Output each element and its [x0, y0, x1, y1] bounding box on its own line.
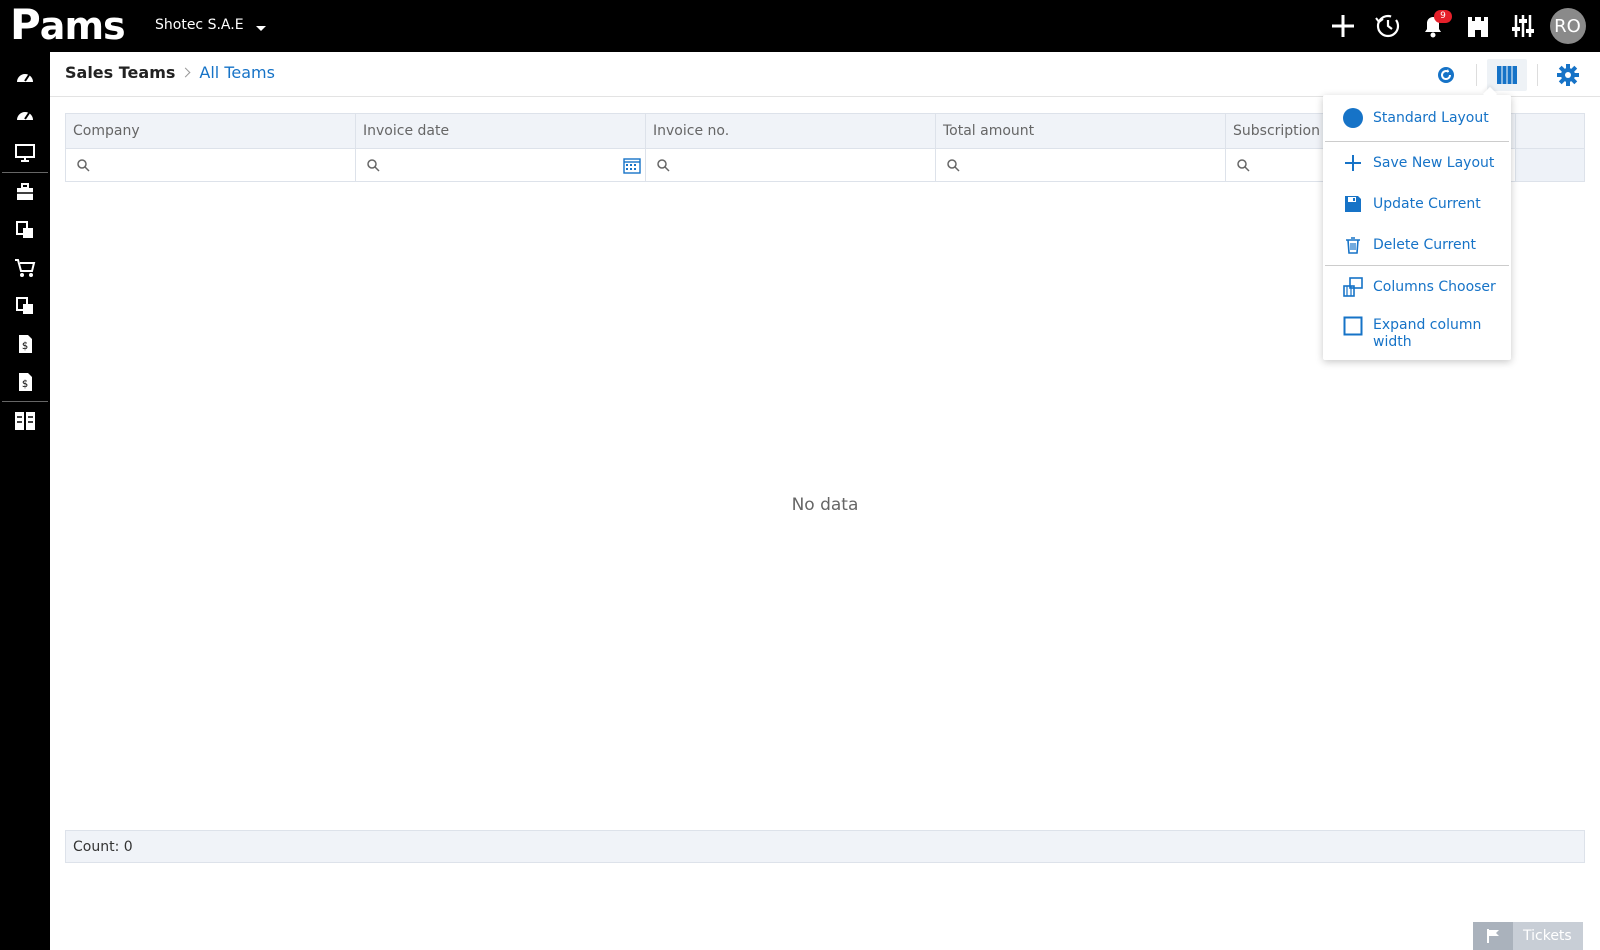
sidebar-item-cart[interactable]	[0, 249, 50, 287]
app-logo[interactable]: Pams	[10, 4, 126, 47]
chevron-down-icon	[255, 25, 266, 31]
notifications-button[interactable]: 9	[1410, 0, 1455, 52]
breadcrumb: Sales Teams All Teams	[65, 63, 275, 82]
monitor-icon	[15, 144, 35, 162]
plus-icon	[1331, 15, 1354, 37]
gauge-icon	[17, 112, 33, 120]
cart-icon	[15, 259, 36, 277]
avatar: RO	[1549, 8, 1586, 44]
search-icon	[947, 159, 960, 172]
sidebar-item-documents[interactable]	[0, 211, 50, 249]
invoice-dollar-icon: $	[19, 335, 32, 353]
company-selector[interactable]: Shotec S.A.E	[155, 17, 266, 33]
chevron-right-icon	[180, 67, 191, 78]
trash-icon	[1346, 236, 1360, 254]
company-name: Shotec S.A.E	[155, 17, 244, 33]
gear-icon	[1557, 63, 1579, 86]
breadcrumb-current[interactable]: All Teams	[199, 63, 275, 82]
sidebar-item-briefcase[interactable]	[0, 173, 50, 211]
breadcrumb-root[interactable]: Sales Teams	[65, 63, 175, 82]
columns-chooser-icon	[1343, 276, 1363, 297]
flag-icon	[1487, 929, 1499, 943]
sidebar-item-invoice[interactable]: $	[0, 325, 50, 363]
columns-icon	[1497, 65, 1517, 84]
search-icon	[77, 159, 90, 172]
menu-item-columns-chooser[interactable]: Columns Chooser	[1323, 266, 1511, 307]
column-header-total-amount[interactable]: Total amount	[936, 114, 1226, 148]
calendar-icon[interactable]	[623, 156, 641, 174]
notification-badge: 9	[1434, 10, 1452, 23]
page-header: Sales Teams All Teams	[50, 52, 1600, 97]
filter-invoice-date[interactable]	[356, 149, 646, 181]
sidebar: $ $	[0, 52, 50, 950]
briefcase-icon	[17, 183, 33, 200]
sidebar-item-documents-2[interactable]	[0, 287, 50, 325]
sidebar-item-dashboard-2[interactable]	[0, 96, 50, 134]
user-menu[interactable]: RO	[1545, 0, 1590, 52]
empty-state-text: No data	[791, 495, 859, 515]
filter-total-amount[interactable]	[936, 149, 1226, 181]
search-icon	[657, 159, 670, 172]
gauge-icon	[17, 74, 33, 82]
column-header-company[interactable]: Company	[66, 114, 356, 148]
search-icon	[1237, 159, 1250, 172]
add-button[interactable]	[1320, 0, 1365, 52]
tickets-button[interactable]: Tickets	[1473, 922, 1583, 950]
menu-item-delete-current[interactable]: Delete Current	[1323, 224, 1511, 265]
castle-button[interactable]	[1455, 0, 1500, 52]
history-button[interactable]	[1365, 0, 1410, 52]
layout-button[interactable]	[1487, 58, 1527, 91]
square-icon	[1343, 316, 1363, 336]
circle-icon	[1343, 108, 1363, 128]
sidebar-item-dashboard[interactable]	[0, 58, 50, 96]
search-icon	[367, 159, 380, 172]
svg-text:$: $	[22, 379, 28, 390]
documents-icon	[16, 221, 33, 238]
layout-menu: Standard Layout Save New Layout Update C…	[1323, 95, 1511, 360]
sliders-icon	[1511, 15, 1534, 37]
menu-item-expand-column-width[interactable]: Expand column width	[1323, 307, 1511, 355]
filter-extra	[1516, 149, 1584, 181]
sidebar-item-monitor[interactable]	[0, 134, 50, 172]
menu-item-standard-layout[interactable]: Standard Layout	[1323, 95, 1511, 141]
documents-icon	[16, 297, 33, 314]
plus-icon	[1345, 154, 1361, 171]
sidebar-item-reports[interactable]	[0, 402, 50, 440]
column-header-extra	[1516, 114, 1584, 148]
castle-icon	[1467, 17, 1488, 37]
grid-footer-count: Count: 0	[65, 830, 1585, 863]
settings-button[interactable]	[1548, 59, 1588, 91]
filter-company[interactable]	[66, 149, 356, 181]
tickets-label: Tickets	[1523, 928, 1572, 944]
column-header-invoice-no[interactable]: Invoice no.	[646, 114, 936, 148]
refresh-icon	[1438, 66, 1454, 83]
history-icon	[1374, 14, 1399, 38]
settings-sliders-button[interactable]	[1500, 0, 1545, 52]
sidebar-item-invoice-2[interactable]: $	[0, 363, 50, 401]
svg-text:$: $	[22, 341, 28, 352]
menu-item-save-new-layout[interactable]: Save New Layout	[1323, 142, 1511, 183]
filter-invoice-no[interactable]	[646, 149, 936, 181]
menu-item-update-current[interactable]: Update Current	[1323, 183, 1511, 224]
invoice-dollar-icon: $	[19, 373, 32, 391]
refresh-button[interactable]	[1426, 59, 1466, 91]
column-header-invoice-date[interactable]: Invoice date	[356, 114, 646, 148]
save-icon	[1345, 195, 1361, 212]
top-bar: Pams Shotec S.A.E 9 RO	[0, 0, 1600, 52]
columns-layout-icon	[15, 412, 35, 430]
